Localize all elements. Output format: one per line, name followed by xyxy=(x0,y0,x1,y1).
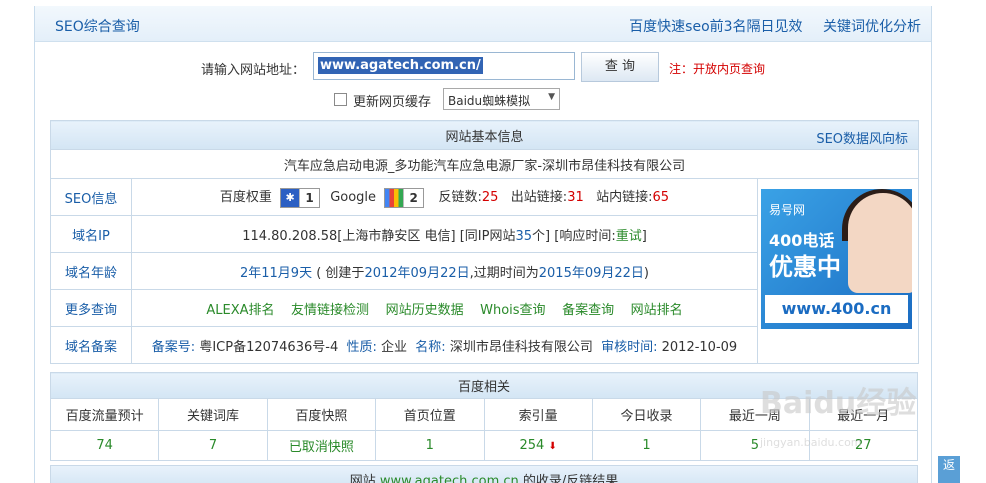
ad-brand: 易号网 xyxy=(769,203,806,217)
basic-info-header: 网站基本信息 SEO数据风向标 xyxy=(49,120,920,150)
col-today: 今日收录 xyxy=(591,398,702,431)
outlinks-label: 出站链接: xyxy=(510,190,568,206)
audit-label: 审核时间: xyxy=(601,339,658,355)
val-home-pos[interactable]: 1 xyxy=(375,430,485,461)
baidu-watermark-url: jingyan.baidu.com xyxy=(760,436,862,449)
results-bar: 网站 www.agatech.com.cn 的收录/反链结果 xyxy=(50,465,918,483)
col-index: 索引量 xyxy=(483,398,593,431)
created-prefix: ( 创建于 xyxy=(316,265,365,281)
site-title: 汽车应急启动电源_多功能汽车应急电源厂家-深圳市昂佳科技有限公司 xyxy=(49,149,920,179)
update-cache-label: 更新网页缓存 xyxy=(353,95,432,110)
val-keywords[interactable]: 7 xyxy=(158,430,268,461)
results-domain-link[interactable]: www.agatech.com.cn xyxy=(380,474,519,483)
alexa-link[interactable]: ALEXA排名 xyxy=(206,303,274,318)
google-pr-value: 2 xyxy=(403,188,424,207)
search-row: 请输入网站地址： www.agatech.com.cn/ 查 询 注：开放内页查… xyxy=(35,52,931,82)
url-input-value: www.agatech.com.cn/ xyxy=(318,57,483,74)
ad-url: www.400.cn xyxy=(765,295,908,323)
domain-age-label[interactable]: 域名年龄 xyxy=(50,252,132,290)
age-suffix: ) xyxy=(643,265,649,281)
domain-ip-cell: 114.80.208.58[上海市静安区 电信] [同IP网站35个] [响应时… xyxy=(131,215,758,253)
col-traffic: 百度流量预计 xyxy=(49,398,160,431)
same-ip-count[interactable]: 35 xyxy=(515,229,532,244)
expires-date: 2015年09月22日 xyxy=(538,265,644,281)
val-index[interactable]: 254 xyxy=(520,438,545,453)
ad-line2: 优惠中 xyxy=(769,253,841,281)
page-title[interactable]: SEO综合查询 xyxy=(55,16,140,36)
name-label: 名称: xyxy=(415,339,446,355)
friend-link-check[interactable]: 友情链接检测 xyxy=(291,303,369,318)
whois-link[interactable]: Whois查询 xyxy=(480,303,545,318)
google-icon xyxy=(385,188,404,207)
age-value: 2年11月9天 xyxy=(239,265,313,281)
col-home-pos: 首页位置 xyxy=(375,398,485,431)
icp-cell: 备案号: 粤ICP备12074636号-4 性质: 企业 名称: 深圳市昂佳科技… xyxy=(131,326,758,364)
outlinks-value[interactable]: 31 xyxy=(567,190,584,205)
basic-info-title: 网站基本信息 xyxy=(445,129,524,145)
fast-seo-link[interactable]: 百度快速seo前3名隔日见效 xyxy=(629,19,802,35)
backlinks-value[interactable]: 25 xyxy=(482,190,499,205)
icp-no-label: 备案号: xyxy=(151,339,196,355)
same-ip-prefix: [同IP网站 xyxy=(459,228,516,244)
val-index-cell: 254 ⬇ xyxy=(483,430,593,461)
baidu-weight-value: 1 xyxy=(299,188,320,207)
inner-page-note: 注：开放内页查询 xyxy=(669,62,766,76)
more-query-cell: ALEXA排名 友情链接检测 网站历史数据 Whois查询 备案查询 网站排名 xyxy=(131,289,758,327)
ad-face-shape xyxy=(848,193,912,293)
site-rank-link[interactable]: 网站排名 xyxy=(631,303,683,318)
created-date: 2012年09月22日 xyxy=(364,265,470,281)
seo-info-cell: 百度权重 ✱ 1 Google 2 反链数:25 出站链接:31 站内链接:65 xyxy=(131,178,758,216)
nature-label: 性质: xyxy=(346,339,377,355)
retry-link[interactable]: 重试 xyxy=(616,229,642,244)
baidu-weight-badge[interactable]: ✱ 1 xyxy=(280,187,321,208)
expires-prefix: ,过期时间为 xyxy=(469,265,539,281)
results-suffix: 的收录/反链结果 xyxy=(522,474,619,483)
spider-select-value: Baidu蜘蛛模拟 xyxy=(448,94,531,108)
company-name: 深圳市昂佳科技有限公司 xyxy=(449,339,593,355)
keyword-analysis-link[interactable]: 关键词优化分析 xyxy=(823,19,921,35)
ip-value: 114.80.208.58[上海市静安区 电信] xyxy=(242,228,456,244)
query-button[interactable]: 查 询 xyxy=(581,52,659,82)
update-cache-checkbox[interactable] xyxy=(334,93,347,106)
icp-no: 粤ICP备12074636号-4 xyxy=(199,339,339,355)
inlinks-value[interactable]: 65 xyxy=(653,190,670,205)
response-prefix: [响应时间: xyxy=(554,228,616,244)
col-keywords: 关键词库 xyxy=(158,398,268,431)
spider-select[interactable]: Baidu蜘蛛模拟 ▼ xyxy=(443,88,560,110)
back-to-top-button[interactable]: 返 xyxy=(938,456,960,483)
options-row: 更新网页缓存 Baidu蜘蛛模拟 ▼ xyxy=(35,88,931,112)
results-prefix: 网站 xyxy=(349,474,376,483)
same-ip-suffix: 个] xyxy=(532,228,551,244)
domain-ip-label[interactable]: 域名IP xyxy=(50,215,132,253)
backlinks-label: 反链数: xyxy=(438,190,482,206)
chevron-down-icon: ▼ xyxy=(548,92,555,102)
val-today[interactable]: 1 xyxy=(591,430,702,461)
google-pr-badge[interactable]: 2 xyxy=(384,187,425,208)
url-input[interactable]: www.agatech.com.cn/ xyxy=(313,52,575,80)
top-bar: SEO综合查询 百度快速seo前3名隔日见效 关键词优化分析 xyxy=(35,6,931,42)
arrow-down-icon: ⬇ xyxy=(548,441,557,452)
col-snapshot: 百度快照 xyxy=(266,398,377,431)
baidu-weight-label: 百度权重 xyxy=(219,190,272,206)
inlinks-label: 站内链接: xyxy=(596,190,653,206)
seo-info-label[interactable]: SEO信息 xyxy=(50,178,132,216)
val-traffic[interactable]: 74 xyxy=(49,430,160,461)
google-label: Google xyxy=(330,190,377,206)
baidu-watermark: Baidu经验 xyxy=(760,386,917,421)
nature-value: 企业 xyxy=(381,339,408,355)
icp-query-link[interactable]: 备案查询 xyxy=(562,303,614,318)
domain-age-cell: 2年11月9天 ( 创建于2012年09月22日,过期时间为2015年09月22… xyxy=(131,252,758,290)
response-suffix: ] xyxy=(641,228,647,244)
baidu-paw-icon: ✱ xyxy=(281,188,300,207)
audit-date: 2012-10-09 xyxy=(661,339,738,355)
history-data-link[interactable]: 网站历史数据 xyxy=(386,303,464,318)
more-query-label[interactable]: 更多查询 xyxy=(50,289,132,327)
icp-label[interactable]: 域名备案 xyxy=(50,326,132,364)
ad-banner-400[interactable]: 易号网 400电话 优惠中 www.400.cn xyxy=(761,189,912,329)
val-snapshot[interactable]: 已取消快照 xyxy=(266,430,377,461)
url-label: 请输入网站地址： xyxy=(201,63,306,78)
seo-trend-link[interactable]: SEO数据风向标 xyxy=(816,128,908,147)
